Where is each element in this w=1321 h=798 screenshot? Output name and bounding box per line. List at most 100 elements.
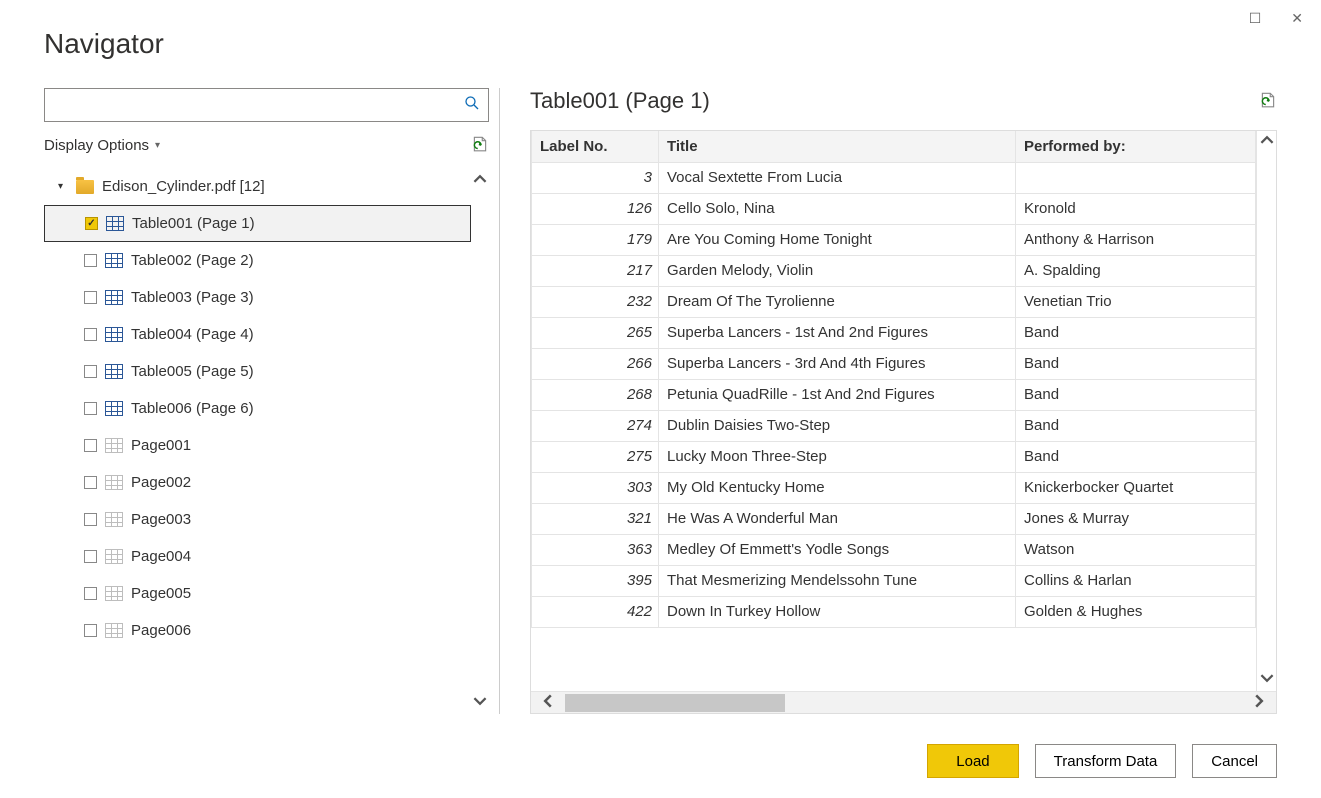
scroll-down-icon[interactable] xyxy=(471,692,489,714)
cell-label-no: 126 xyxy=(532,193,659,224)
checkbox[interactable] xyxy=(84,550,97,563)
cell-performed-by: Venetian Trio xyxy=(1016,286,1256,317)
tree-root[interactable]: ▾ Edison_Cylinder.pdf [12] xyxy=(44,168,471,205)
table-row[interactable]: 268Petunia QuadRille - 1st And 2nd Figur… xyxy=(532,379,1256,410)
cell-title: Petunia QuadRille - 1st And 2nd Figures xyxy=(659,379,1016,410)
tree-item[interactable]: Table005 (Page 5) xyxy=(44,353,471,390)
tree-item-label: Page003 xyxy=(131,511,191,528)
checkbox[interactable] xyxy=(84,587,97,600)
preview-title: Table001 (Page 1) xyxy=(530,88,710,114)
transform-data-button[interactable]: Transform Data xyxy=(1035,744,1177,778)
tree-item[interactable]: Page001 xyxy=(44,427,471,464)
cell-label-no: 395 xyxy=(532,565,659,596)
maximize-icon[interactable]: ☐ xyxy=(1249,10,1262,27)
tree-item[interactable]: Page003 xyxy=(44,501,471,538)
grid-scroll-left-icon[interactable] xyxy=(531,692,565,713)
tree-item[interactable]: Page004 xyxy=(44,538,471,575)
table-icon xyxy=(105,401,123,416)
checkbox[interactable] xyxy=(84,624,97,637)
refresh-tree-icon[interactable] xyxy=(471,135,489,156)
page-icon xyxy=(105,549,123,564)
display-options-button[interactable]: Display Options ▾ xyxy=(44,137,160,154)
cell-label-no: 179 xyxy=(532,224,659,255)
cell-title: Cello Solo, Nina xyxy=(659,193,1016,224)
tree-item[interactable]: Table004 (Page 4) xyxy=(44,316,471,353)
checkbox[interactable] xyxy=(84,254,97,267)
checkbox[interactable] xyxy=(84,402,97,415)
grid-scroll-down-icon[interactable] xyxy=(1257,669,1276,691)
grid-vertical-scrollbar[interactable] xyxy=(1256,131,1276,691)
checkbox[interactable] xyxy=(84,513,97,526)
table-row[interactable]: 265Superba Lancers - 1st And 2nd Figures… xyxy=(532,317,1256,348)
scroll-up-icon[interactable] xyxy=(471,170,489,192)
checkbox[interactable] xyxy=(84,365,97,378)
table-row[interactable]: 275Lucky Moon Three-StepBand xyxy=(532,441,1256,472)
grid-scroll-right-icon[interactable] xyxy=(1242,692,1276,713)
cell-label-no: 321 xyxy=(532,503,659,534)
load-button[interactable]: Load xyxy=(927,744,1018,778)
table-row[interactable]: 217Garden Melody, ViolinA. Spalding xyxy=(532,255,1256,286)
cancel-button[interactable]: Cancel xyxy=(1192,744,1277,778)
cell-performed-by: Band xyxy=(1016,410,1256,441)
table-row[interactable]: 126Cello Solo, NinaKronold xyxy=(532,193,1256,224)
cell-performed-by: A. Spalding xyxy=(1016,255,1256,286)
grid-horizontal-scrollbar[interactable] xyxy=(531,691,1276,713)
checkbox[interactable] xyxy=(84,291,97,304)
cell-title: Lucky Moon Three-Step xyxy=(659,441,1016,472)
checkbox[interactable] xyxy=(84,328,97,341)
page-icon xyxy=(105,586,123,601)
checkbox[interactable] xyxy=(85,217,98,230)
search-input[interactable] xyxy=(44,88,489,122)
close-icon[interactable]: ✕ xyxy=(1291,10,1303,27)
table-row[interactable]: 3Vocal Sextette From Lucia xyxy=(532,162,1256,193)
page-icon xyxy=(105,438,123,453)
col-header[interactable]: Title xyxy=(659,131,1016,162)
table-row[interactable]: 266Superba Lancers - 3rd And 4th Figures… xyxy=(532,348,1256,379)
tree-item[interactable]: Table003 (Page 3) xyxy=(44,279,471,316)
search-icon xyxy=(464,95,480,116)
tree-item-label: Page002 xyxy=(131,474,191,491)
collapse-icon[interactable]: ▾ xyxy=(58,181,68,192)
table-row[interactable]: 395That Mesmerizing Mendelssohn TuneColl… xyxy=(532,565,1256,596)
table-row[interactable]: 179Are You Coming Home TonightAnthony & … xyxy=(532,224,1256,255)
tree-item-label: Page005 xyxy=(131,585,191,602)
tree-item-label: Table005 (Page 5) xyxy=(131,363,254,380)
cell-performed-by: Band xyxy=(1016,317,1256,348)
col-header[interactable]: Performed by: xyxy=(1016,131,1256,162)
page-icon xyxy=(105,623,123,638)
checkbox[interactable] xyxy=(84,476,97,489)
cell-label-no: 268 xyxy=(532,379,659,410)
tree-item[interactable]: Table001 (Page 1) xyxy=(44,205,471,242)
grid-hscroll-thumb[interactable] xyxy=(565,694,785,712)
cell-performed-by: Band xyxy=(1016,379,1256,410)
table-row[interactable]: 232Dream Of The TyrolienneVenetian Trio xyxy=(532,286,1256,317)
table-row[interactable]: 303My Old Kentucky HomeKnickerbocker Qua… xyxy=(532,472,1256,503)
tree-item[interactable]: Page006 xyxy=(44,612,471,649)
table-icon xyxy=(105,290,123,305)
refresh-preview-icon[interactable] xyxy=(1259,91,1277,112)
cell-title: That Mesmerizing Mendelssohn Tune xyxy=(659,565,1016,596)
preview-pane: Table001 (Page 1) Label No. Title Perfor… xyxy=(500,88,1277,714)
tree-item[interactable]: Table002 (Page 2) xyxy=(44,242,471,279)
cell-title: Superba Lancers - 1st And 2nd Figures xyxy=(659,317,1016,348)
footer: Load Transform Data Cancel xyxy=(44,714,1277,778)
preview-table: Label No. Title Performed by: 3Vocal Sex… xyxy=(531,131,1256,628)
tree-item[interactable]: Table006 (Page 6) xyxy=(44,390,471,427)
col-header[interactable]: Label No. xyxy=(532,131,659,162)
tree-scrollbar[interactable] xyxy=(471,168,489,714)
tree-item[interactable]: Page002 xyxy=(44,464,471,501)
cell-label-no: 3 xyxy=(532,162,659,193)
table-row[interactable]: 274Dublin Daisies Two-StepBand xyxy=(532,410,1256,441)
tree: ▾ Edison_Cylinder.pdf [12] Table001 (Pag… xyxy=(44,168,471,714)
grid-scroll-up-icon[interactable] xyxy=(1257,131,1276,153)
table-row[interactable]: 321He Was A Wonderful ManJones & Murray xyxy=(532,503,1256,534)
navigator-dialog: Navigator Display Options ▾ xyxy=(0,0,1321,798)
tree-item-label: Page001 xyxy=(131,437,191,454)
cell-performed-by: Anthony & Harrison xyxy=(1016,224,1256,255)
tree-item[interactable]: Page005 xyxy=(44,575,471,612)
cell-label-no: 232 xyxy=(532,286,659,317)
table-row[interactable]: 363Medley Of Emmett's Yodle SongsWatson xyxy=(532,534,1256,565)
table-row[interactable]: 422Down In Turkey HollowGolden & Hughes xyxy=(532,596,1256,627)
checkbox[interactable] xyxy=(84,439,97,452)
cell-performed-by: Golden & Hughes xyxy=(1016,596,1256,627)
